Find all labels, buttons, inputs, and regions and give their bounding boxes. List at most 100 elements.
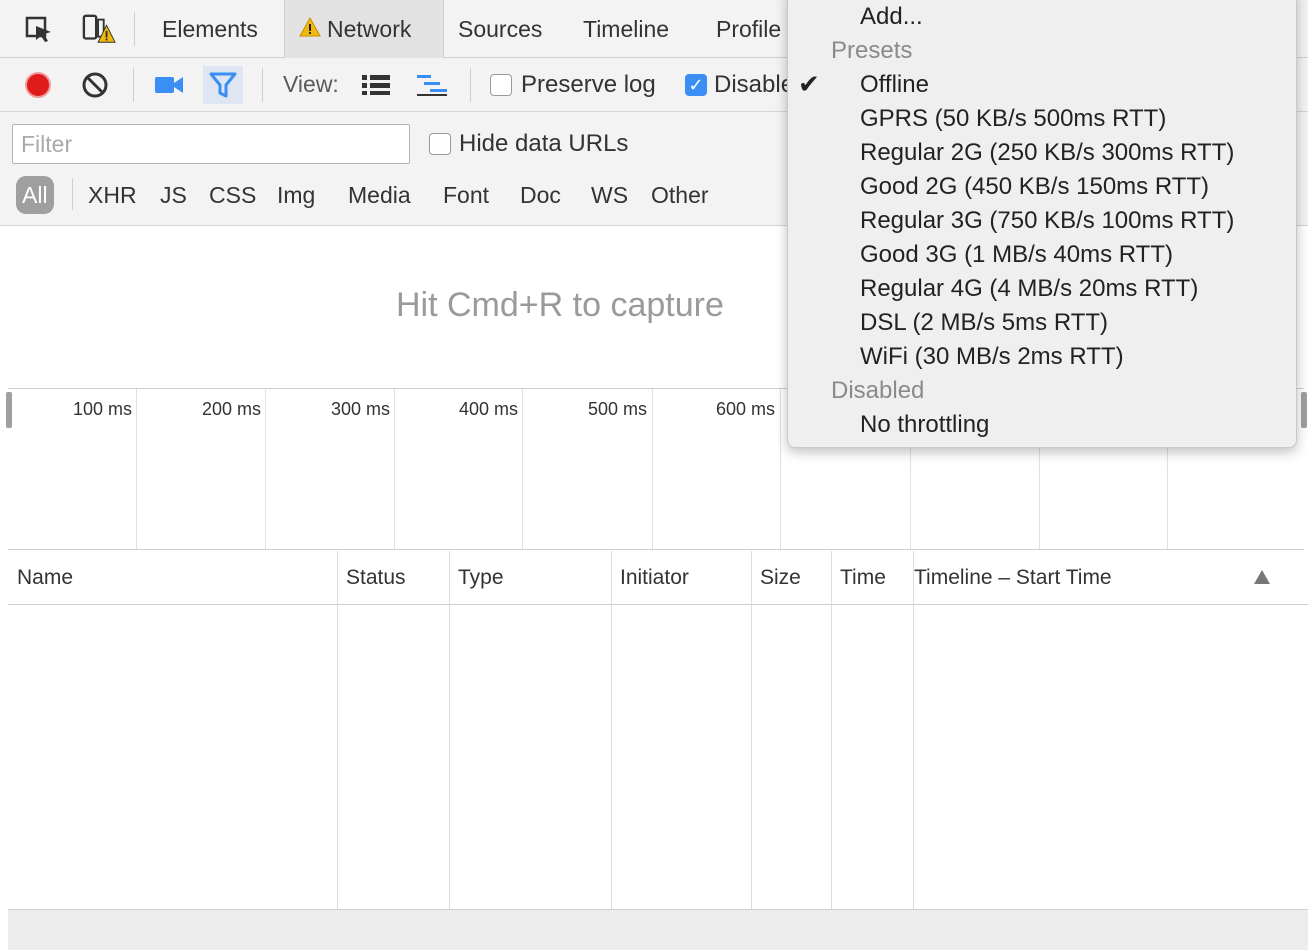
type-filter-label: Img [277,181,316,208]
capture-screenshots-button[interactable] [149,66,189,104]
column-header-type[interactable]: Type [449,551,504,605]
overview-gridline [265,389,266,549]
hide-data-urls-label: Hide data URLs [459,130,629,157]
menu-item-good-2g[interactable]: Good 2G (450 KB/s 150ms RTT) [860,173,1209,201]
column-label: Initiator [620,566,689,589]
menu-item-regular-3g[interactable]: Regular 3G (750 KB/s 100ms RTT) [860,207,1234,235]
tab-sources[interactable]: Sources [442,0,558,58]
menu-item-no-throttling[interactable]: No throttling [860,411,989,439]
column-divider [449,551,450,909]
preserve-log-checkbox[interactable] [490,74,512,96]
column-divider [751,551,752,909]
tab-network[interactable]: Network [284,0,444,58]
throttling-dropdown-menu: Add... Presets ✔ Offline GPRS (50 KB/s 5… [787,0,1297,448]
column-header-timeline[interactable]: Timeline – Start Time [906,551,1112,605]
filter-toggle-button[interactable] [203,66,243,104]
type-filter-doc[interactable]: Doc [514,176,567,214]
type-filter-label: XHR [88,181,137,208]
record-icon [25,72,51,98]
inspect-element-icon[interactable] [22,13,56,47]
hide-data-urls-checkbox[interactable] [429,133,451,155]
warning-icon [299,16,321,43]
column-header-time[interactable]: Time [831,551,886,605]
menu-item-add[interactable]: Add... [860,3,923,31]
type-filter-ws[interactable]: WS [585,176,634,214]
view-label: View: [283,71,339,97]
type-filter-img[interactable]: Img [271,176,321,214]
column-label: Status [346,566,406,589]
overview-left-handle[interactable] [6,392,12,428]
column-header-initiator[interactable]: Initiator [611,551,689,605]
column-divider [611,551,612,909]
type-filter-other[interactable]: Other [645,176,715,214]
overview-tick-label: 200 ms [201,399,261,419]
tab-elements-label: Elements [162,15,258,42]
type-filter-media[interactable]: Media [342,176,417,214]
type-filter-label: Other [651,181,709,208]
toolbar-separator [133,68,134,102]
menu-item-good-3g[interactable]: Good 3G (1 MB/s 40ms RTT) [860,241,1173,269]
type-filter-font[interactable]: Font [437,176,495,214]
disable-cache-label: Disable [714,71,795,98]
tab-sources-label: Sources [458,15,543,42]
menu-item-gprs[interactable]: GPRS (50 KB/s 500ms RTT) [860,105,1166,133]
preserve-log-label: Preserve log [521,71,656,98]
overview-toggle-button[interactable] [412,66,452,104]
waterfall-icon [417,75,447,96]
type-filter-label: JS [160,181,187,208]
type-filter-label: Media [348,181,411,208]
clear-icon [82,72,108,98]
large-rows-button[interactable] [356,66,396,104]
column-divider [337,551,338,909]
menu-section-disabled: Disabled [831,377,925,404]
type-filter-xhr[interactable]: XHR [82,176,143,214]
video-camera-icon [155,77,183,93]
checkmark-icon: ✔ [798,69,820,99]
tab-timeline[interactable]: Timeline [567,0,685,58]
overview-right-handle[interactable] [1301,392,1307,428]
column-header-name[interactable]: Name [8,551,73,605]
column-label: Name [17,566,74,589]
type-filter-all[interactable]: All [16,176,54,214]
menu-section-presets: Presets [831,37,913,64]
type-filter-label: All [22,181,48,208]
menu-item-offline[interactable]: Offline [860,71,929,99]
disable-cache-checkbox[interactable]: ✓ [685,74,707,96]
filter-input[interactable] [12,124,410,164]
overview-gridline [780,389,781,549]
menu-item-wifi[interactable]: WiFi (30 MB/s 2ms RTT) [860,343,1124,371]
menu-item-regular-2g[interactable]: Regular 2G (250 KB/s 300ms RTT) [860,139,1234,167]
tab-profiles[interactable]: Profile [700,0,797,58]
overview-tick-label: 100 ms [72,399,132,419]
tabbar-separator [134,12,135,46]
tab-network-label: Network [327,15,412,42]
empty-capture-message: Hit Cmd+R to capture [396,286,724,324]
tab-profiles-label: Profile [716,15,782,42]
menu-item-dsl[interactable]: DSL (2 MB/s 5ms RTT) [860,309,1108,337]
column-divider [831,551,832,909]
overview-tick-label: 500 ms [587,399,647,419]
column-divider [913,551,914,909]
network-status-bar [8,909,1308,950]
list-view-icon [362,75,390,95]
overview-tick-label: 600 ms [715,399,775,419]
clear-button[interactable] [75,66,115,104]
type-filter-label: Doc [520,181,561,208]
overview-tick-label: 300 ms [330,399,390,419]
menu-item-regular-4g[interactable]: Regular 4G (4 MB/s 20ms RTT) [860,275,1198,303]
type-filter-label: WS [591,181,629,208]
type-filter-separator [72,178,73,210]
tab-elements[interactable]: Elements [146,0,274,58]
toolbar-separator [262,68,263,102]
device-mode-warning-icon[interactable] [82,13,116,47]
type-filter-css[interactable]: CSS [203,176,262,214]
type-filter-js[interactable]: JS [154,176,193,214]
record-button[interactable] [18,66,58,104]
sort-ascending-icon[interactable] [1254,570,1270,584]
type-filter-label: Font [443,181,490,208]
column-header-size[interactable]: Size [751,551,801,605]
network-grid-header: Name Status Type Initiator Size Time Tim… [8,551,1308,605]
column-header-status[interactable]: Status [337,551,406,605]
overview-gridline [394,389,395,549]
overview-tick-label: 400 ms [458,399,518,419]
